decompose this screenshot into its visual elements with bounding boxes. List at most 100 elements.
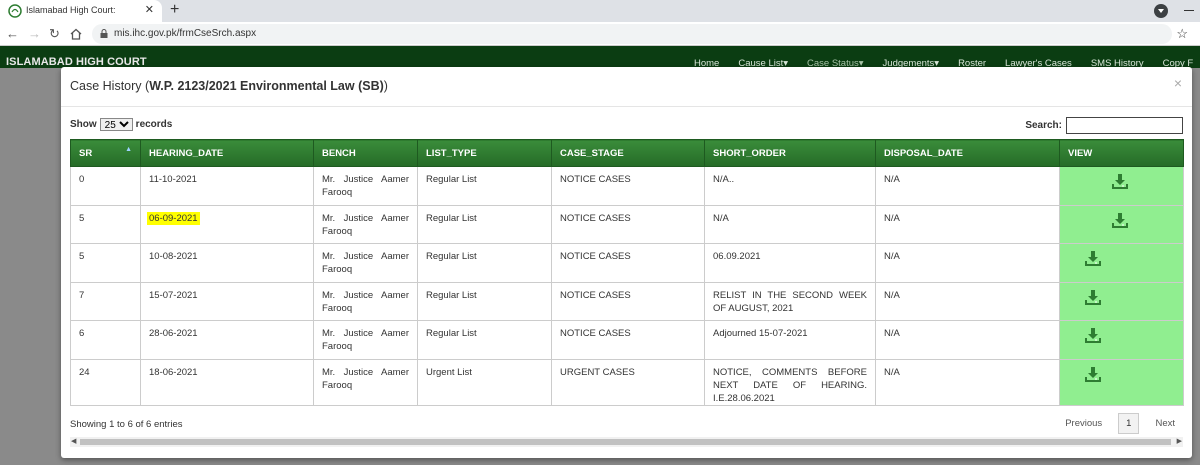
scroll-right-icon[interactable]: ▶ [1177,437,1182,445]
col-short-order[interactable]: SHORT_ORDER [704,139,876,167]
col-bench[interactable]: BENCH [313,139,418,167]
cell-disposal-date: N/A [875,166,1060,206]
download-icon[interactable] [1084,289,1102,311]
tab-title: Islamabad High Court: [26,5,116,15]
cell-case-stage: NOTICE CASES [551,281,705,321]
cell-disposal-date: N/A [875,204,1060,244]
case-history-modal: Case History (W.P. 2123/2021 Environment… [61,67,1192,458]
cell-view [1059,243,1184,283]
cell-sr: 5 [70,243,141,283]
cell-short-order: Adjourned 15-07-2021 [704,320,876,360]
col-list-type[interactable]: LIST_TYPE [417,139,552,167]
cell-case-stage: NOTICE CASES [551,243,705,283]
modal-header: Case History (W.P. 2123/2021 Environment… [61,67,1192,107]
forward-icon[interactable]: → [28,26,41,41]
reload-icon[interactable]: ↻ [49,26,60,42]
table-row: 0 11-10-2021 Mr. Justice Aamer Farooq Re… [70,166,1184,206]
site-navbar: ISLAMABAD HIGH COURT Home Cause List▾ Ca… [0,46,1200,69]
show-label: Show [70,119,97,130]
cell-list-type: Regular List [417,281,552,321]
col-case-stage[interactable]: CASE_STAGE [551,139,705,167]
horizontal-scrollbar[interactable]: ◀ ▶ [70,437,1183,447]
cell-sr: 6 [70,320,141,360]
cell-short-order: N/A [704,204,876,244]
star-icon[interactable]: ☆ [1176,26,1188,42]
page-1-button[interactable]: 1 [1118,413,1140,434]
cell-view [1059,358,1184,406]
scroll-left-icon[interactable]: ◀ [71,437,76,445]
new-tab-icon[interactable]: + [170,1,179,19]
close-icon[interactable]: × [1174,75,1182,91]
download-icon[interactable] [1084,366,1102,388]
page-length-select[interactable]: 25 [99,118,133,131]
next-button[interactable]: Next [1147,414,1183,433]
ihc-favicon-icon [8,4,22,18]
cell-list-type: Regular List [417,320,552,360]
scrollbar-thumb[interactable] [80,439,1171,445]
cell-hearing-date: 18-06-2021 [140,358,314,406]
cell-bench: Mr. Justice Aamer Farooq [313,358,418,406]
cell-bench: Mr. Justice Aamer Farooq [313,243,418,283]
cell-hearing-date: 06-09-2021 [140,204,314,244]
browser-tabstrip: Islamabad High Court: ✕ + [0,0,1200,22]
table-row: 7 15-07-2021 Mr. Justice Aamer Farooq Re… [70,281,1184,321]
download-icon[interactable] [1111,173,1129,195]
sort-asc-icon: ▲ [125,146,132,153]
browser-toolbar: ← → ↻ mis.ihc.gov.pk/frmCseSrch.aspx ☆ [0,22,1200,46]
cell-bench: Mr. Justice Aamer Farooq [313,281,418,321]
table-row: 5 10-08-2021 Mr. Justice Aamer Farooq Re… [70,243,1184,283]
cell-hearing-date: 10-08-2021 [140,243,314,283]
minimize-icon[interactable] [1184,10,1194,11]
table-row: 5 06-09-2021 Mr. Justice Aamer Farooq Re… [70,204,1184,244]
search-control: Search: [1025,117,1183,134]
cell-bench: Mr. Justice Aamer Farooq [313,320,418,360]
browser-tab[interactable]: Islamabad High Court: ✕ [0,0,162,22]
tab-close-icon[interactable]: ✕ [145,3,154,16]
cell-case-stage: NOTICE CASES [551,204,705,244]
search-label: Search: [1025,120,1062,131]
download-icon[interactable] [1111,212,1129,234]
cell-bench: Mr. Justice Aamer Farooq [313,204,418,244]
cell-short-order: N/A.. [704,166,876,206]
cell-view [1059,204,1184,244]
cell-hearing-date: 28-06-2021 [140,320,314,360]
search-input[interactable] [1066,117,1183,134]
cell-list-type: Regular List [417,166,552,206]
records-label: records [135,119,173,130]
case-title: W.P. 2123/2021 Environmental Law (SB) [149,79,384,93]
cell-hearing-date: 15-07-2021 [140,281,314,321]
profile-menu-icon[interactable] [1154,4,1168,18]
table-row: 24 18-06-2021 Mr. Justice Aamer Farooq U… [70,358,1184,406]
pagination: Previous 1 Next [1057,413,1183,434]
cell-view [1059,166,1184,206]
col-view[interactable]: VIEW [1059,139,1184,167]
cell-case-stage: NOTICE CASES [551,166,705,206]
modal-title: Case History (W.P. 2123/2021 Environment… [70,79,388,93]
col-sr[interactable]: SR ▲ [70,139,141,167]
address-bar[interactable]: mis.ihc.gov.pk/frmCseSrch.aspx [92,24,1172,44]
download-icon[interactable] [1084,327,1102,349]
back-icon[interactable]: ← [6,26,19,41]
cell-view [1059,320,1184,360]
cell-disposal-date: N/A [875,243,1060,283]
table-info: Showing 1 to 6 of 6 entries [70,419,183,430]
home-icon[interactable] [70,28,82,40]
case-history-table: SR ▲ HEARING_DATE BENCH LIST_TYPE CASE_ST… [70,139,1184,406]
cell-sr: 24 [70,358,141,406]
cell-sr: 5 [70,204,141,244]
cell-bench: Mr. Justice Aamer Farooq [313,166,418,206]
previous-button[interactable]: Previous [1057,414,1110,433]
cell-sr: 0 [70,166,141,206]
col-disposal-date[interactable]: DISPOSAL_DATE [875,139,1060,167]
cell-disposal-date: N/A [875,358,1060,406]
cell-short-order: 06.09.2021 [704,243,876,283]
url-text: mis.ihc.gov.pk/frmCseSrch.aspx [114,28,257,39]
table-row: 6 28-06-2021 Mr. Justice Aamer Farooq Re… [70,320,1184,360]
cell-disposal-date: N/A [875,281,1060,321]
col-hearing-date[interactable]: HEARING_DATE [140,139,314,167]
cell-list-type: Urgent List [417,358,552,406]
cell-list-type: Regular List [417,243,552,283]
cell-list-type: Regular List [417,204,552,244]
download-icon[interactable] [1084,250,1102,272]
cell-short-order: NOTICE, COMMENTS BEFORE NEXT DATE OF HEA… [704,358,876,406]
